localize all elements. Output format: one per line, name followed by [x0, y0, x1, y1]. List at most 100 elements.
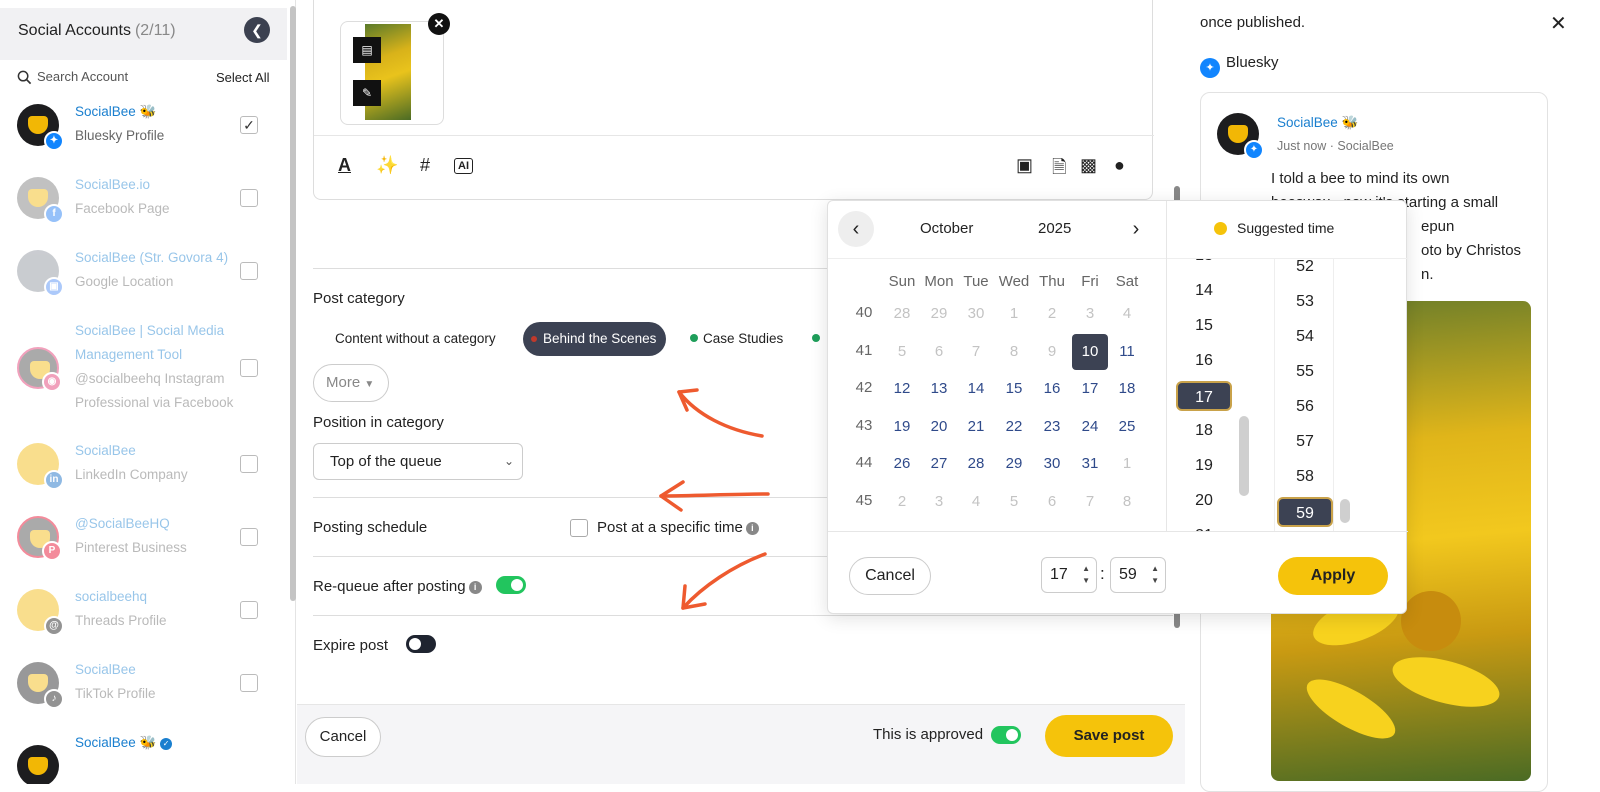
spinner-arrows-icon[interactable]: ▲ ▼ — [1151, 563, 1159, 587]
specific-time-checkbox[interactable] — [570, 519, 588, 537]
calendar-day[interactable]: 28 — [958, 446, 994, 482]
text-format-icon[interactable]: A — [338, 155, 351, 176]
calendar-day[interactable]: 31 — [1072, 446, 1108, 482]
category-chip-active[interactable]: Behind the Scenes — [523, 322, 667, 356]
ai-icon[interactable]: AI — [454, 158, 473, 174]
minute-option[interactable]: 58 — [1277, 462, 1333, 492]
hour-option[interactable]: 20 — [1176, 486, 1232, 516]
calendar-day[interactable]: 17 — [1072, 371, 1108, 407]
collapse-sidebar-button[interactable]: ❮ — [244, 17, 270, 43]
info-icon[interactable]: i — [745, 522, 759, 535]
account-item[interactable]: ◉ SocialBee | Social Media Management To… — [0, 319, 285, 415]
calendar-day[interactable]: 13 — [921, 371, 957, 407]
calendar-day[interactable]: 20 — [921, 409, 957, 445]
hour-option[interactable]: 16 — [1176, 346, 1232, 376]
sidebar-scrollbar[interactable] — [290, 6, 296, 601]
account-checkbox[interactable] — [240, 455, 258, 473]
account-checkbox[interactable] — [240, 674, 258, 692]
calendar-day[interactable]: 11 — [1109, 334, 1145, 370]
calendar-day[interactable]: 19 — [884, 409, 920, 445]
next-month-button[interactable]: › — [1118, 211, 1154, 247]
account-checkbox[interactable] — [240, 262, 258, 280]
magic-hashtag-icon[interactable]: ✨ — [376, 155, 398, 176]
account-checkbox[interactable] — [240, 359, 258, 377]
account-item[interactable]: ✦ SocialBee 🐝 Bluesky Profile ✓ — [0, 100, 285, 160]
calendar-day[interactable]: 25 — [1109, 409, 1145, 445]
hour-option[interactable]: 13 — [1176, 259, 1232, 271]
hour-column[interactable]: 13 14 15 16 17 18 19 20 21 — [1176, 259, 1232, 531]
account-checkbox[interactable]: ✓ — [240, 116, 258, 134]
calendar-day[interactable]: 23 — [1034, 409, 1070, 445]
minute-option[interactable]: 55 — [1277, 357, 1333, 387]
minute-option-selected[interactable]: 59 — [1277, 497, 1333, 527]
minute-input[interactable]: 59 ▲ ▼ — [1110, 557, 1166, 593]
calendar-day[interactable]: 14 — [958, 371, 994, 407]
minute-option[interactable]: 53 — [1277, 287, 1333, 317]
minute-column[interactable]: 52 53 54 55 56 57 58 59 — [1274, 259, 1334, 531]
minute-option[interactable]: 52 — [1277, 259, 1333, 282]
calendar-day[interactable]: 15 — [996, 371, 1032, 407]
edit-image-icon[interactable]: ✎ — [353, 80, 381, 106]
account-item[interactable]: @ socialbeehq Threads Profile — [0, 585, 285, 645]
account-item[interactable]: ▣ SocialBee (Str. Govora 4) Google Locat… — [0, 246, 285, 306]
calendar-month[interactable]: October — [920, 220, 973, 237]
approved-toggle[interactable] — [991, 726, 1021, 744]
more-categories-button[interactable]: More ▼ — [313, 364, 389, 402]
hour-option[interactable]: 14 — [1176, 276, 1232, 306]
hour-scrollbar[interactable] — [1239, 416, 1249, 496]
alt-text-icon[interactable]: ▤ — [353, 37, 381, 63]
calendar-day[interactable]: 29 — [996, 446, 1032, 482]
calendar-day[interactable]: 21 — [958, 409, 994, 445]
account-checkbox[interactable] — [240, 601, 258, 619]
account-checkbox[interactable] — [240, 528, 258, 546]
info-icon[interactable]: i — [468, 581, 482, 594]
select-all-button[interactable]: Select All — [216, 70, 269, 85]
hour-option[interactable]: 15 — [1176, 311, 1232, 341]
hour-option[interactable]: 18 — [1176, 416, 1232, 446]
minute-option[interactable]: 57 — [1277, 427, 1333, 457]
hour-option[interactable]: 19 — [1176, 451, 1232, 481]
account-item[interactable]: in SocialBee LinkedIn Company — [0, 439, 285, 499]
calendar-day[interactable]: 12 — [884, 371, 920, 407]
account-item[interactable]: f SocialBee.io Facebook Page — [0, 173, 285, 233]
account-checkbox[interactable] — [240, 189, 258, 207]
save-post-button[interactable]: Save post — [1045, 715, 1173, 757]
account-item[interactable]: P @SocialBeeHQ Pinterest Business — [0, 512, 285, 572]
category-chip[interactable]: Case Studies — [690, 322, 783, 356]
minute-option[interactable]: 56 — [1277, 392, 1333, 422]
account-item[interactable]: SocialBee 🐝 ✓ — [0, 731, 285, 784]
image-icon[interactable]: ▣ — [1016, 155, 1033, 176]
calendar-day[interactable]: 24 — [1072, 409, 1108, 445]
calendar-day[interactable]: 26 — [884, 446, 920, 482]
prev-month-button[interactable]: ‹ — [838, 211, 874, 247]
calendar-day-selected[interactable]: 10 — [1072, 333, 1108, 370]
media-thumbnail[interactable]: ▤ ✎ — [340, 21, 444, 125]
close-icon[interactable]: ✕ — [1550, 11, 1567, 36]
minute-option[interactable]: 54 — [1277, 322, 1333, 352]
calendar-day[interactable]: 30 — [1034, 446, 1070, 482]
search-account-input[interactable] — [37, 69, 197, 84]
position-select[interactable]: Top of the queue ⌄ — [313, 443, 523, 480]
hour-input[interactable]: 17 ▲ ▼ — [1041, 557, 1097, 593]
requeue-toggle[interactable] — [496, 576, 526, 594]
giphy-icon[interactable]: ● — [1114, 155, 1125, 176]
apply-button[interactable]: Apply — [1278, 557, 1388, 595]
calendar-day[interactable]: 16 — [1034, 371, 1070, 407]
minute-scrollbar[interactable] — [1340, 499, 1350, 523]
remove-media-icon[interactable]: ✕ — [428, 13, 450, 35]
calendar-day[interactable]: 22 — [996, 409, 1032, 445]
category-chip[interactable] — [812, 322, 825, 356]
hour-option[interactable]: 21 — [1176, 521, 1232, 531]
spinner-arrows-icon[interactable]: ▲ ▼ — [1082, 563, 1090, 587]
calendar-day[interactable]: 27 — [921, 446, 957, 482]
calendar-year[interactable]: 2025 — [1038, 220, 1071, 237]
hour-option-selected[interactable]: 17 — [1176, 381, 1232, 411]
document-icon[interactable]: 🗎 — [1052, 155, 1066, 185]
hashtag-icon[interactable]: # — [420, 155, 430, 176]
picker-cancel-button[interactable]: Cancel — [849, 557, 931, 595]
account-item[interactable]: ♪ SocialBee TikTok Profile — [0, 658, 285, 718]
category-chip[interactable]: Content without a category — [335, 322, 496, 356]
canva-icon[interactable]: ▩ — [1080, 155, 1097, 176]
cancel-button[interactable]: Cancel — [305, 717, 381, 757]
expire-post-toggle[interactable] — [406, 635, 436, 653]
